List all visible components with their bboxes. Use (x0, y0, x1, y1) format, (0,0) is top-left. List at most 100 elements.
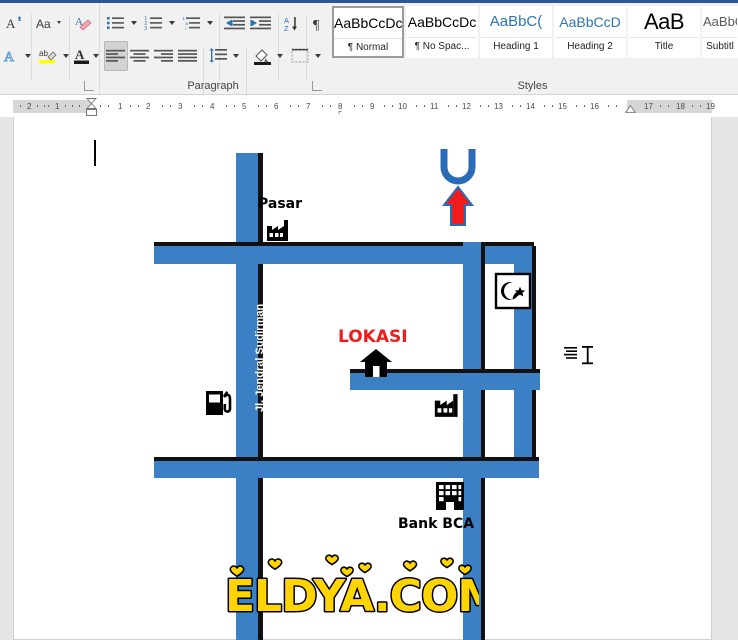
style-title[interactable]: AaB Title (628, 6, 700, 58)
show-formatting-marks-button[interactable]: ¶ (309, 8, 329, 38)
ruler-tick-17: 17 (644, 102, 653, 111)
svg-text:i: i (185, 26, 186, 31)
font-group: A Aa A A ab A (0, 3, 99, 95)
paragraph-dialog-launcher[interactable] (312, 81, 322, 91)
ruler-tick-18: 18 (676, 102, 685, 111)
paragraph-group-label: Paragraph (187, 80, 239, 92)
street-label-jl-jendral-sudirman: Jl. Jendral Sudirman (254, 303, 266, 412)
justify-button[interactable] (176, 41, 200, 71)
ruler-text-area (91, 100, 627, 113)
svg-text:Z: Z (284, 24, 289, 32)
map-image[interactable]: Pasar LOKASI Jl. Jendral Sudirman Bank B… (14, 117, 713, 640)
align-right-button[interactable] (152, 41, 176, 71)
styles-group-label: Styles (517, 80, 548, 92)
text-effects-button[interactable]: A (0, 41, 22, 71)
svg-text:A: A (75, 47, 85, 62)
style-normal-sample: AaBbCcDc (334, 15, 402, 31)
house-icon (360, 349, 392, 377)
line-spacing-button[interactable] (206, 41, 230, 71)
style-no-spacing-name: ¶ No Spac... (407, 37, 477, 54)
svg-text:3: 3 (144, 26, 147, 31)
document-canvas[interactable]: Pasar LOKASI Jl. Jendral Sudirman Bank B… (0, 117, 738, 640)
grow-font-button[interactable]: A (2, 8, 28, 38)
style-heading-1-name: Heading 1 (481, 37, 551, 54)
eldya-com-logo: ELDYA.COM (224, 554, 479, 619)
increase-indent-button[interactable] (248, 8, 274, 38)
borders-dropdown[interactable] (312, 41, 324, 71)
ruler-tick-6: 6 (274, 102, 279, 111)
ruler-tick-left-2: 2 (27, 102, 32, 111)
align-left-button[interactable] (104, 41, 128, 71)
right-indent-marker[interactable] (625, 105, 636, 113)
style-heading-1[interactable]: AaBbC( Heading 1 (480, 6, 552, 58)
text-highlight-color-button[interactable]: ab (36, 41, 60, 71)
shading-button[interactable] (250, 41, 274, 71)
change-case-button[interactable]: Aa (34, 8, 66, 38)
numbering-button[interactable]: 1 2 3 (142, 8, 166, 38)
style-no-spacing[interactable]: AaBbCcDc ¶ No Spac... (406, 6, 478, 58)
style-heading-2-name: Heading 2 (555, 37, 625, 54)
ruler-tick-19: 19 (706, 102, 715, 111)
svg-text:ab: ab (39, 49, 48, 58)
horizontal-ruler[interactable]: 2 1 1 2 3 4 5 6 7 8 9 10 11 12 13 14 15 … (0, 96, 738, 120)
styles-group: AaBbCcDc ¶ Normal AaBbCcDc ¶ No Spac... … (327, 3, 738, 95)
ruler-tick-13: 13 (494, 102, 503, 111)
decrease-indent-button[interactable] (222, 8, 248, 38)
logo-text: ELDYA.COM (225, 571, 479, 619)
mosque-crescent-icon (494, 272, 532, 310)
document-page[interactable]: Pasar LOKASI Jl. Jendral Sudirman Bank B… (13, 117, 712, 640)
style-subtitle-sample: AaBbC( (703, 14, 737, 29)
bullets-dropdown[interactable] (128, 8, 140, 38)
style-title-name: Title (629, 37, 699, 54)
font-dialog-launcher[interactable] (84, 81, 94, 91)
font-color-button[interactable]: A (72, 41, 92, 71)
ruler-tick-9: 9 (370, 102, 375, 111)
ruler-tick-7: 7 (306, 102, 311, 111)
style-subtitle[interactable]: AaBbC( Subtitl (702, 6, 738, 58)
fuel-pump-icon (206, 391, 232, 415)
numbering-dropdown[interactable] (166, 8, 178, 38)
ruler-tick-15: 15 (558, 102, 567, 111)
left-indent-marker[interactable] (86, 109, 97, 116)
office-building-icon (436, 482, 464, 510)
clear-formatting-button[interactable]: A (72, 8, 96, 38)
u-turn-arrow-icon (440, 149, 476, 226)
line-spacing-dropdown[interactable] (230, 41, 242, 71)
style-title-sample: AaB (643, 9, 685, 34)
text-highlight-dropdown[interactable] (60, 41, 72, 71)
ruler-tick-10: 10 (398, 102, 407, 111)
ruler-tick-3: 3 (178, 102, 183, 111)
ruler-tick-12: 12 (462, 102, 471, 111)
first-line-indent-marker[interactable] (86, 98, 97, 109)
svg-text:A: A (4, 50, 15, 65)
ruler-tick-4: 4 (210, 102, 215, 111)
align-center-button[interactable] (128, 41, 152, 71)
ruler-tick-2: 2 (146, 102, 151, 111)
factory-icon-2 (434, 394, 458, 417)
ruler-tick-1: 1 (118, 102, 123, 111)
svg-text:A: A (6, 16, 16, 31)
ruler-tick-14: 14 (526, 102, 535, 111)
ruler-tick-5: 5 (242, 102, 247, 111)
mouse-text-cursor (564, 346, 593, 365)
poi-label-lokasi: LOKASI (338, 327, 408, 347)
poi-label-bank-bca: Bank BCA (398, 516, 475, 532)
ribbon: A Aa A A ab A 1 2 3 1 a i A Z ¶ Paragrap… (0, 0, 738, 113)
poi-label-pasar: Pasar (258, 196, 303, 212)
text-effects-dropdown[interactable] (22, 41, 34, 71)
style-heading-1-sample: AaBbC( (489, 13, 543, 30)
bullets-button[interactable] (104, 8, 128, 38)
sort-button[interactable]: A Z (281, 8, 303, 38)
svg-text:¶: ¶ (313, 18, 320, 32)
svg-text:Aa: Aa (36, 17, 51, 31)
borders-button[interactable] (288, 41, 312, 71)
style-normal[interactable]: AaBbCcDc ¶ Normal (332, 6, 404, 58)
shading-dropdown[interactable] (274, 41, 286, 71)
multilevel-list-dropdown[interactable] (204, 8, 216, 38)
style-no-spacing-sample: AaBbCcDc (407, 14, 477, 30)
road-lower-horizontal (154, 461, 539, 478)
ruler-tick-11: 11 (430, 102, 439, 111)
style-heading-2[interactable]: AaBbCcD Heading 2 (554, 6, 626, 58)
ruler-tick-left-1: 1 (55, 102, 60, 111)
multilevel-list-button[interactable]: 1 a i (180, 8, 204, 38)
